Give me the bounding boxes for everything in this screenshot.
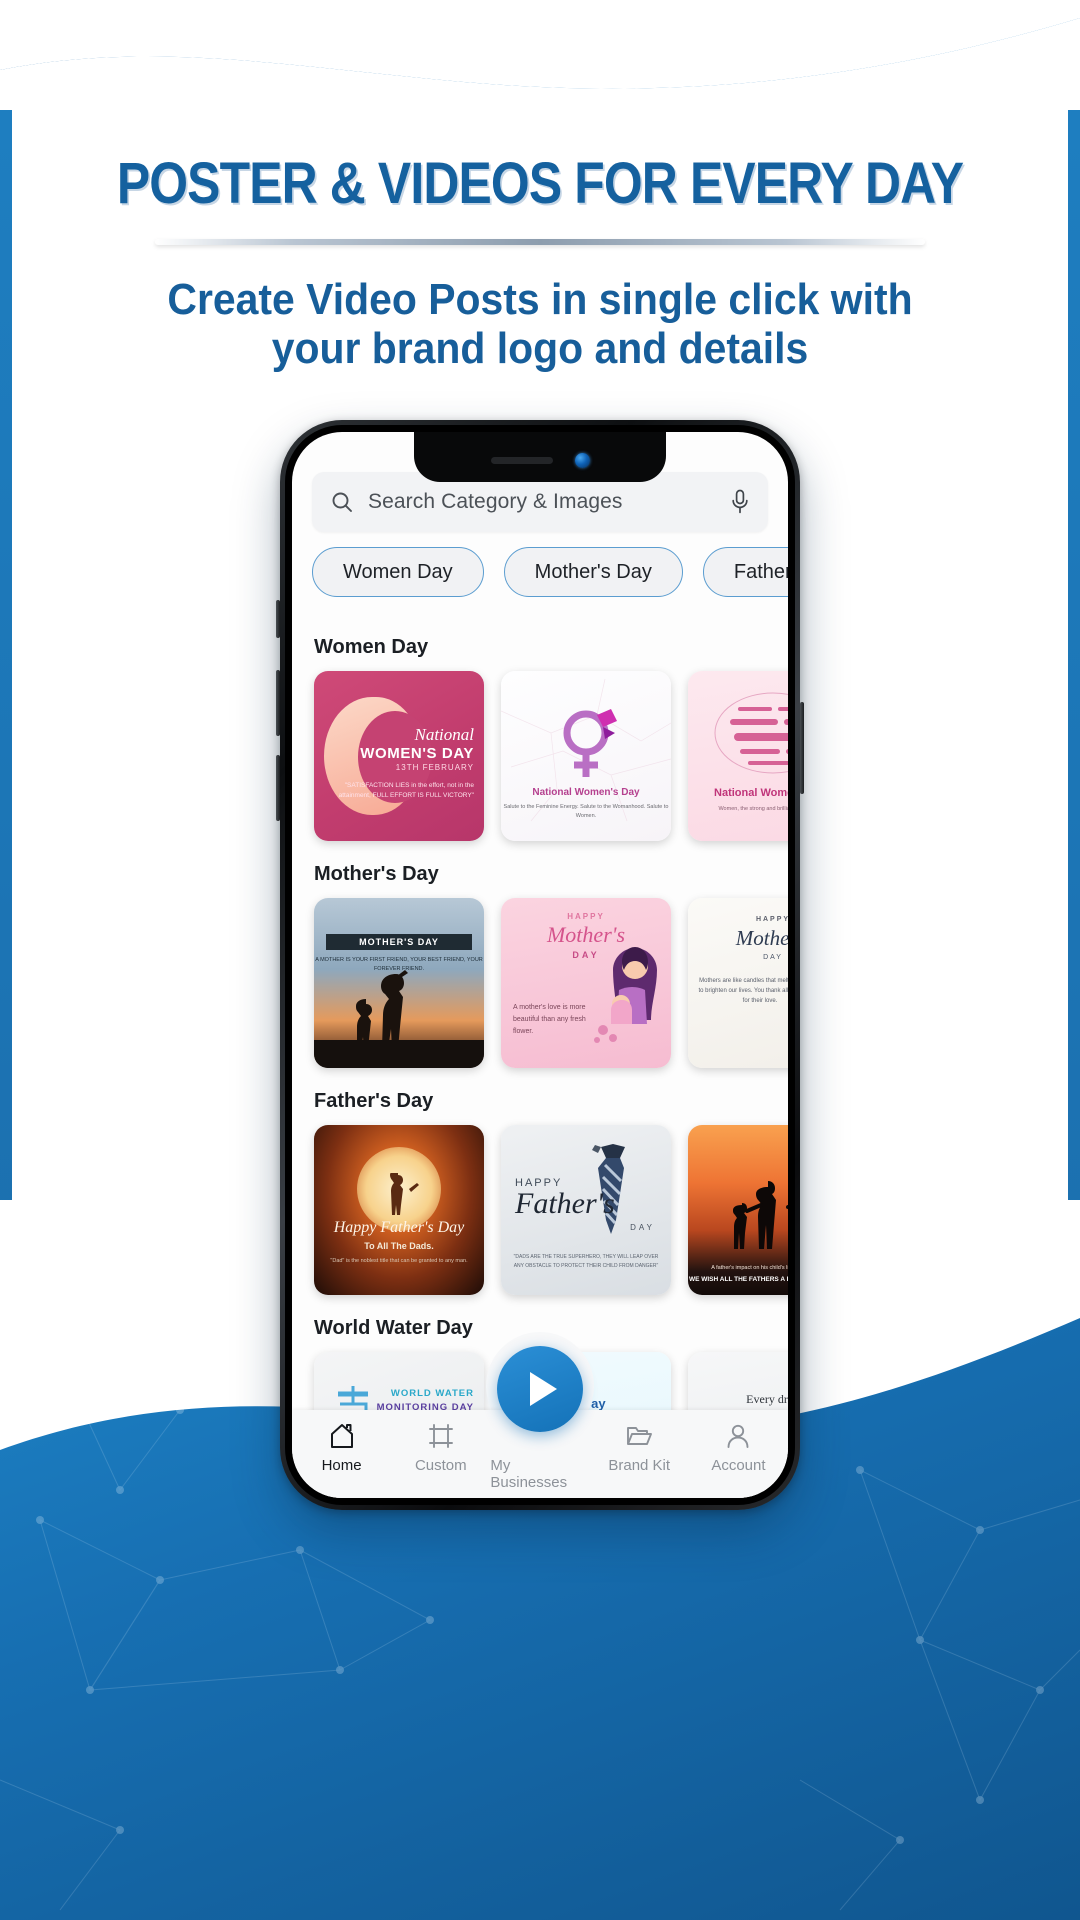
mother-holding-baby-illustration: [594, 947, 657, 1043]
search-icon: [332, 492, 352, 512]
card-line-1: National: [414, 725, 474, 744]
card-line-1: National Women's Day: [532, 787, 640, 798]
card-line-1: HAPPY: [567, 912, 605, 921]
nav-label: Home: [321, 1457, 362, 1474]
card-line-2: To All The Dads.: [364, 1241, 434, 1251]
section-title: Father's Day: [314, 1090, 434, 1112]
card-line-1: National Women's Day: [714, 787, 788, 799]
phone-bezel: Search Category & Images Women Day Mothe…: [285, 425, 795, 1505]
page-title: POSTER & VIDEOS FOR EVERY DAY: [116, 151, 964, 216]
ground-shadow: [314, 1040, 484, 1068]
template-card[interactable]: HAPPY Mother's DAY A mother's love is mo…: [501, 898, 671, 1068]
card-row[interactable]: MOTHER'S DAY A MOTHER IS YOUR FIRST FRIE…: [292, 898, 788, 1068]
card-line-1: Happy Father's Day: [333, 1219, 465, 1236]
search-placeholder: Search Category & Images: [368, 490, 623, 513]
card-line-4: "SATISFACTION LIES in the effort, not in…: [338, 782, 474, 799]
promo-header: POSTER & VIDEOS FOR EVERY DAY Create Vid…: [0, 150, 1080, 374]
nav-label: My Businesses: [490, 1457, 568, 1491]
phone-mockup: Search Category & Images Women Day Mothe…: [276, 420, 804, 1510]
chip-fathers-day[interactable]: Father's Day: [702, 547, 788, 597]
card-line-1: Every drop: [746, 1392, 788, 1406]
create-video-fab[interactable]: [497, 1346, 583, 1432]
nav-item-custom[interactable]: Custom: [391, 1422, 490, 1474]
crop-frame-icon: [428, 1424, 453, 1448]
promo-subtitle: Create Video Posts in single click with …: [38, 275, 1042, 374]
card-line-3: DAY: [630, 1223, 655, 1232]
section-title: Mother's Day: [314, 863, 439, 885]
top-wave-white: [0, 0, 1080, 140]
card-row[interactable]: Happy Father's Day To All The Dads. "Dad…: [292, 1125, 788, 1295]
template-card[interactable]: HAPPY Father's DAY "DADS ARE THE TRUE SU…: [501, 1125, 671, 1295]
front-camera-icon: [574, 452, 590, 468]
card-line-1: WORLD WATER: [390, 1388, 474, 1399]
card-row[interactable]: National WOMEN'S DAY 13TH FEBRUARY "SATI…: [292, 671, 788, 841]
microphone-icon[interactable]: [730, 489, 750, 515]
title-divider: [155, 239, 925, 245]
power-button: [800, 702, 804, 794]
card-line-2: Mother's: [735, 926, 788, 950]
card-line-4: Mothers are like candles that melt thems…: [698, 978, 788, 1005]
card-line-3: "Dad" is the noblest title that can be g…: [330, 1258, 468, 1264]
template-card[interactable]: Happy Father's Day To All The Dads. "Dad…: [314, 1125, 484, 1295]
nav-item-account[interactable]: Account: [689, 1422, 788, 1474]
card-line-2: WOMEN'S DAY: [360, 745, 474, 762]
card-line-4: "DADS ARE THE TRUE SUPERHERO, THEY WILL …: [513, 1254, 659, 1269]
earpiece-speaker: [490, 456, 553, 464]
folder-icon: [627, 1427, 653, 1445]
volume-up-button: [276, 670, 280, 736]
nav-label: Brand Kit: [608, 1457, 671, 1474]
card-line-2: Father's: [515, 1187, 615, 1220]
chip-mothers-day[interactable]: Mother's Day: [503, 547, 683, 597]
template-card[interactable]: A father's impact on his child's life is…: [688, 1125, 788, 1295]
nav-item-my-businesses[interactable]: My Businesses: [490, 1422, 589, 1491]
promo-subtitle-line1: Create Video Posts in single click with: [167, 275, 913, 324]
template-card[interactable]: National WOMEN'S DAY 13TH FEBRUARY "SATI…: [314, 671, 484, 841]
home-icon: [330, 1424, 353, 1448]
phone-notch: [414, 432, 666, 482]
phone-screen: Search Category & Images Women Day Mothe…: [292, 432, 788, 1498]
template-card[interactable]: HAPPY Mother's DAY Mothers are like cand…: [688, 898, 788, 1068]
mother-child-silhouette-icon: [356, 970, 408, 1049]
card-line-1: A father's impact on his child's life is…: [711, 1265, 788, 1271]
card-line-3: 13TH FEBRUARY: [395, 763, 474, 772]
card-line-2: Salute to the Feminine Energy. Salute to…: [503, 804, 669, 820]
nav-item-brand-kit[interactable]: Brand Kit: [590, 1422, 689, 1474]
card-line-1: HAPPY: [755, 916, 788, 923]
card-line-2: WE WISH ALL THE FATHERS A HAPPY FATHER'S…: [688, 1276, 788, 1283]
father-with-children-silhouette-icon: [733, 1181, 788, 1249]
venus-symbol-icon: [563, 709, 617, 777]
nav-label: Custom: [414, 1457, 467, 1474]
section-fathers-day: Father's Day Happy Father's Day To All T…: [292, 1074, 788, 1295]
promo-subtitle-line2: your brand logo and details: [271, 324, 809, 374]
template-card[interactable]: National Women's Day Women, the strong a…: [688, 671, 788, 841]
card-line-4: A mother's love is more beautiful than a…: [513, 1004, 586, 1035]
template-card[interactable]: National Women's Day Salute to the Femin…: [501, 671, 671, 841]
nav-label: Account: [711, 1457, 766, 1474]
silent-switch: [276, 600, 280, 638]
card-line-2: Women, the strong and brilliant and beau…: [718, 806, 788, 812]
father-child-silhouette-icon: [390, 1173, 419, 1215]
nav-item-home[interactable]: Home: [292, 1422, 391, 1474]
section-mothers-day: Mother's Day MOTHER'S DAY A MOTHER IS YO…: [292, 847, 788, 1068]
card-line-3: DAY: [763, 954, 783, 961]
section-title: Women Day: [314, 636, 429, 658]
card-line-1: MOTHER'S DAY: [359, 937, 439, 947]
category-chip-row[interactable]: Women Day Mother's Day Father's Day: [312, 547, 788, 597]
chip-women-day[interactable]: Women Day: [312, 547, 484, 597]
template-card[interactable]: MOTHER'S DAY A MOTHER IS YOUR FIRST FRIE…: [314, 898, 484, 1068]
volume-down-button: [276, 755, 280, 821]
title-band: MOTHER'S DAY: [326, 934, 472, 950]
section-women-day: Women Day National WOMEN'S DAY 13TH FEBR…: [292, 620, 788, 841]
word-cloud-illustration: [714, 692, 788, 774]
play-icon: [530, 1372, 557, 1406]
person-icon: [727, 1424, 749, 1448]
